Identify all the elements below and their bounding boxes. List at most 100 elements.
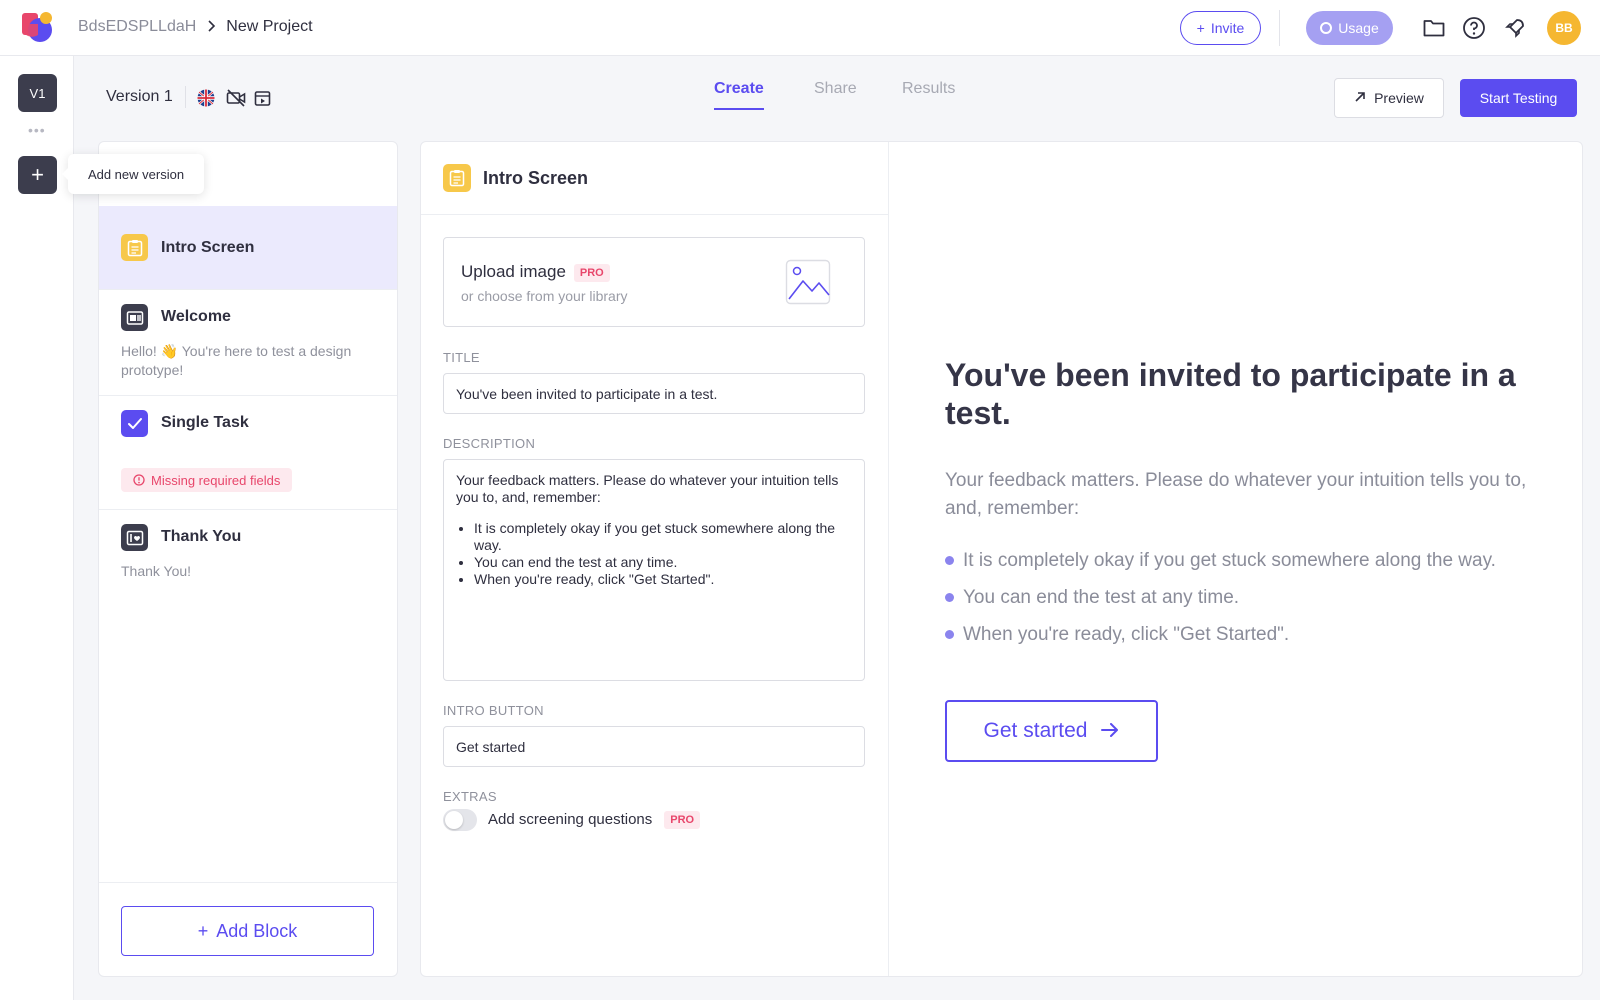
topbar-divider xyxy=(1279,10,1280,46)
breadcrumb: BdsEDSPLLdaH New Project xyxy=(78,18,313,36)
description-list-item: You can end the test at any time. xyxy=(474,554,852,571)
uk-flag-icon[interactable] xyxy=(196,88,216,108)
breadcrumb-workspace[interactable]: BdsEDSPLLdaH xyxy=(78,18,196,36)
description-intro: Your feedback matters. Please do whateve… xyxy=(456,472,839,505)
pro-badge: PRO xyxy=(573,263,610,282)
plus-icon: + xyxy=(197,920,209,941)
invite-button-label: Invite xyxy=(1210,20,1245,36)
tab-results[interactable]: Results xyxy=(902,80,955,110)
chevron-right-icon xyxy=(206,19,216,35)
plus-icon: + xyxy=(1196,20,1205,36)
plus-icon: + xyxy=(31,162,44,187)
block-thank-you[interactable]: Thank You Thank You! xyxy=(99,510,397,600)
description-field-label: DESCRIPTION xyxy=(443,436,536,451)
editor-panel: Intro Screen Upload image PRO or choose f… xyxy=(420,141,1583,977)
version-v1-button[interactable]: V1 xyxy=(18,74,57,112)
version-rail: V1 ••• + xyxy=(0,56,74,1000)
preview-button-label: Preview xyxy=(1374,90,1424,106)
clipboard-icon xyxy=(443,164,471,192)
description-list-item: It is completely okay if you get stuck s… xyxy=(474,520,852,554)
screening-questions-text: Add screening questions xyxy=(488,811,653,828)
preview-get-started-button[interactable]: Get started xyxy=(945,700,1158,762)
add-version-tooltip: Add new version xyxy=(62,154,204,194)
more-icon[interactable]: ••• xyxy=(28,122,46,138)
preview-title: You've been invited to participate in a … xyxy=(945,357,1516,431)
description-textarea[interactable]: Your feedback matters. Please do whateve… xyxy=(443,459,865,681)
preview-description: Your feedback matters. Please do whateve… xyxy=(945,470,1527,519)
block-intro-screen[interactable]: Intro Screen xyxy=(99,206,397,290)
block-welcome[interactable]: Welcome Hello! 👋 You're here to test a d… xyxy=(99,290,397,396)
checkbox-icon xyxy=(121,410,148,437)
preview-list-item: When you're ready, click "Get Started". xyxy=(945,616,1585,653)
add-block-footer: + Add Block xyxy=(99,882,397,976)
add-version-button[interactable]: + xyxy=(18,156,57,194)
bullet-dot xyxy=(945,630,954,639)
screen-record-icon[interactable] xyxy=(253,88,273,108)
editor-title: Intro Screen xyxy=(483,168,589,188)
thank-you-icon xyxy=(121,524,148,551)
arrow-right-icon xyxy=(1101,719,1119,743)
add-block-label: Add Block xyxy=(216,920,298,941)
title-input[interactable]: You've been invited to participate in a … xyxy=(443,373,865,414)
preview-list-text: You can end the test at any time. xyxy=(963,587,1240,608)
preview-list-text: When you're ready, click "Get Started". xyxy=(963,624,1290,645)
bullet-dot xyxy=(945,556,954,565)
pro-badge: PRO xyxy=(664,811,701,830)
preview-list-text: It is completely okay if you get stuck s… xyxy=(963,550,1496,571)
preview-list: It is completely okay if you get stuck s… xyxy=(945,542,1585,653)
preview-list-item: You can end the test at any time. xyxy=(945,579,1585,616)
app-logo-icon[interactable] xyxy=(20,10,54,44)
toggle-knob xyxy=(445,811,463,829)
preview-button-label: Get started xyxy=(983,719,1088,742)
live-preview: You've been invited to participate in a … xyxy=(890,142,1582,976)
breadcrumb-project[interactable]: New Project xyxy=(226,18,312,36)
upload-library-link[interactable]: or choose from your library xyxy=(461,288,628,304)
arrow-up-right-icon xyxy=(1354,90,1366,106)
intro-button-field-label: INTRO BUTTON xyxy=(443,703,544,718)
rocket-icon[interactable] xyxy=(1502,15,1528,41)
screening-questions-label: Add screening questions PRO xyxy=(488,811,701,830)
block-list-panel: Intro Screen Welcome Hello! 👋 You're her… xyxy=(98,141,398,977)
add-block-button[interactable]: + Add Block xyxy=(121,906,374,956)
help-icon[interactable] xyxy=(1461,15,1487,41)
usage-button-label: Usage xyxy=(1338,20,1379,36)
block-single-task[interactable]: Single Task Missing required fields xyxy=(99,396,397,510)
description-list: It is completely okay if you get stuck s… xyxy=(456,520,852,588)
tab-share[interactable]: Share xyxy=(814,80,857,110)
block-title: Welcome xyxy=(161,308,231,325)
preview-button[interactable]: Preview xyxy=(1334,78,1444,118)
upload-title: Upload image PRO xyxy=(461,262,610,282)
editor-form: Intro Screen Upload image PRO or choose f… xyxy=(421,142,889,976)
preview-list-item: It is completely okay if you get stuck s… xyxy=(945,542,1585,579)
block-title: Intro Screen xyxy=(161,239,255,256)
missing-fields-badge: Missing required fields xyxy=(121,468,293,492)
user-avatar[interactable]: BB xyxy=(1547,11,1581,45)
screening-questions-toggle[interactable] xyxy=(443,809,477,831)
usage-ring-icon xyxy=(1320,22,1333,34)
usage-button[interactable]: Usage xyxy=(1306,11,1393,45)
top-bar: BdsEDSPLLdaH New Project + Invite Usage … xyxy=(0,0,1600,56)
start-testing-button[interactable]: Start Testing xyxy=(1460,79,1577,117)
camera-off-icon[interactable] xyxy=(226,88,246,108)
missing-fields-label: Missing required fields xyxy=(151,472,281,488)
invite-button[interactable]: + Invite xyxy=(1180,11,1261,45)
block-description: Thank You! xyxy=(121,563,192,579)
description-list-item: When you're ready, click "Get Started". xyxy=(474,571,852,588)
block-description: Hello! 👋 You're here to test a design pr… xyxy=(121,343,352,378)
folder-icon[interactable] xyxy=(1421,15,1447,41)
tab-create[interactable]: Create xyxy=(714,80,764,110)
alert-circle-icon xyxy=(133,474,145,486)
upload-title-text: Upload image xyxy=(461,262,566,281)
bullet-dot xyxy=(945,593,954,602)
image-placeholder-icon xyxy=(785,259,831,305)
block-title: Single Task xyxy=(161,414,249,431)
version-title[interactable]: Version 1 xyxy=(106,88,173,106)
version-divider xyxy=(185,86,186,108)
clipboard-icon xyxy=(121,234,148,261)
upload-image-dropzone[interactable]: Upload image PRO or choose from your libr… xyxy=(443,237,865,327)
title-field-label: TITLE xyxy=(443,350,480,365)
extras-label: EXTRAS xyxy=(443,789,497,804)
editor-header: Intro Screen xyxy=(421,142,888,215)
block-title: Thank You xyxy=(161,528,242,545)
intro-button-input[interactable]: Get started xyxy=(443,726,865,767)
